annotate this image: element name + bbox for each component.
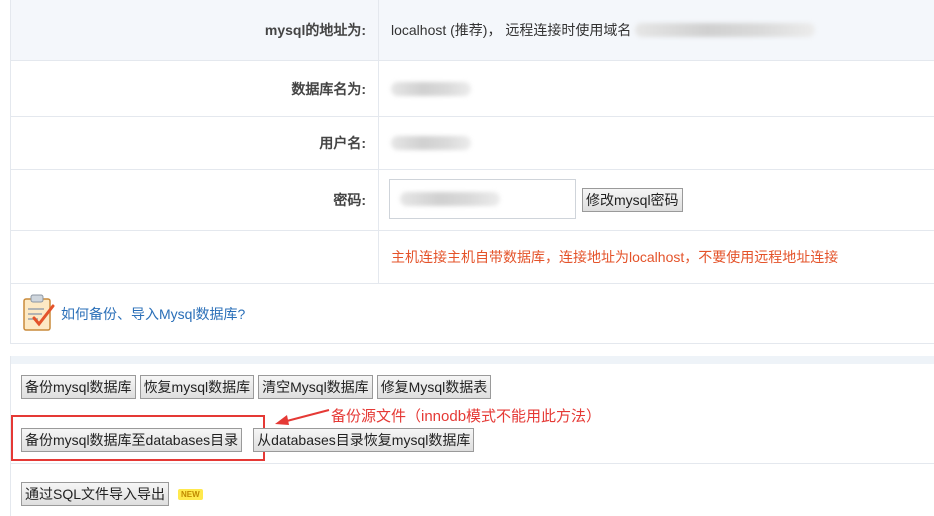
clear-mysql-button[interactable]: 清空Mysql数据库 (258, 375, 373, 399)
actions-panel: 备份mysql数据库 恢复mysql数据库 清空Mysql数据库 修复Mysql… (10, 356, 934, 516)
address-value-cell: localhost (推荐)， 远程连接时使用域名 (378, 0, 934, 60)
backup-mysql-button[interactable]: 备份mysql数据库 (21, 375, 136, 399)
redacted-domain (635, 23, 816, 37)
actions-row-3: 通过SQL文件导入导出 NEW (21, 482, 203, 506)
restore-mysql-button[interactable]: 恢复mysql数据库 (139, 375, 255, 399)
clipboard-icon (22, 294, 56, 335)
dbname-label: 数据库名为: (291, 80, 366, 97)
annotation-text: 备份源文件（innodb模式不能用此方法） (331, 408, 602, 425)
password-label: 密码: (333, 192, 366, 208)
username-value-cell (378, 117, 934, 169)
redacted-password (400, 192, 500, 206)
change-password-button[interactable]: 修改mysql密码 (582, 188, 683, 212)
backup-help-link[interactable]: 如何备份、导入Mysql数据库? (61, 304, 245, 324)
address-row: mysql的地址为: localhost (推荐)， 远程连接时使用域名 (11, 0, 934, 61)
redacted-dbname (391, 81, 471, 96)
actions-row-1: 备份mysql数据库 恢复mysql数据库 清空Mysql数据库 修复Mysql… (21, 375, 492, 399)
divider (11, 463, 934, 464)
address-label: mysql的地址为: (264, 22, 366, 38)
username-row: 用户名: (11, 117, 934, 170)
password-field[interactable] (389, 179, 576, 219)
warning-row: 主机连接主机自带数据库，连接地址为localhost，不要使用远程地址连接 (11, 231, 934, 284)
username-label: 用户名: (319, 135, 366, 151)
repair-mysql-tables-button[interactable]: 修复Mysql数据表 (376, 375, 492, 399)
warning-text: 主机连接主机自带数据库，连接地址为localhost，不要使用远程地址连接 (391, 249, 839, 265)
actions-row-2: 备份mysql数据库至databases目录 从databases目录恢复mys… (21, 428, 475, 452)
dbname-row: 数据库名为: (11, 61, 934, 117)
password-value-cell: 修改mysql密码 (378, 170, 934, 230)
panel-header-band (11, 356, 934, 364)
warning-cell: 主机连接主机自带数据库，连接地址为localhost，不要使用远程地址连接 (378, 231, 934, 283)
password-row: 密码: 修改mysql密码 (11, 170, 934, 231)
address-value: localhost (推荐)， 远程连接时使用域名 (391, 22, 632, 38)
restore-from-databases-dir-button[interactable]: 从databases目录恢复mysql数据库 (253, 428, 475, 452)
red-arrow-icon (275, 409, 330, 425)
backup-to-databases-dir-button[interactable]: 备份mysql数据库至databases目录 (21, 428, 243, 452)
new-badge: NEW (178, 488, 203, 500)
dbname-value-cell (378, 61, 934, 116)
sql-import-export-button[interactable]: 通过SQL文件导入导出 (21, 482, 170, 506)
help-row: 如何备份、导入Mysql数据库? (10, 284, 934, 344)
redacted-username (391, 136, 471, 150)
